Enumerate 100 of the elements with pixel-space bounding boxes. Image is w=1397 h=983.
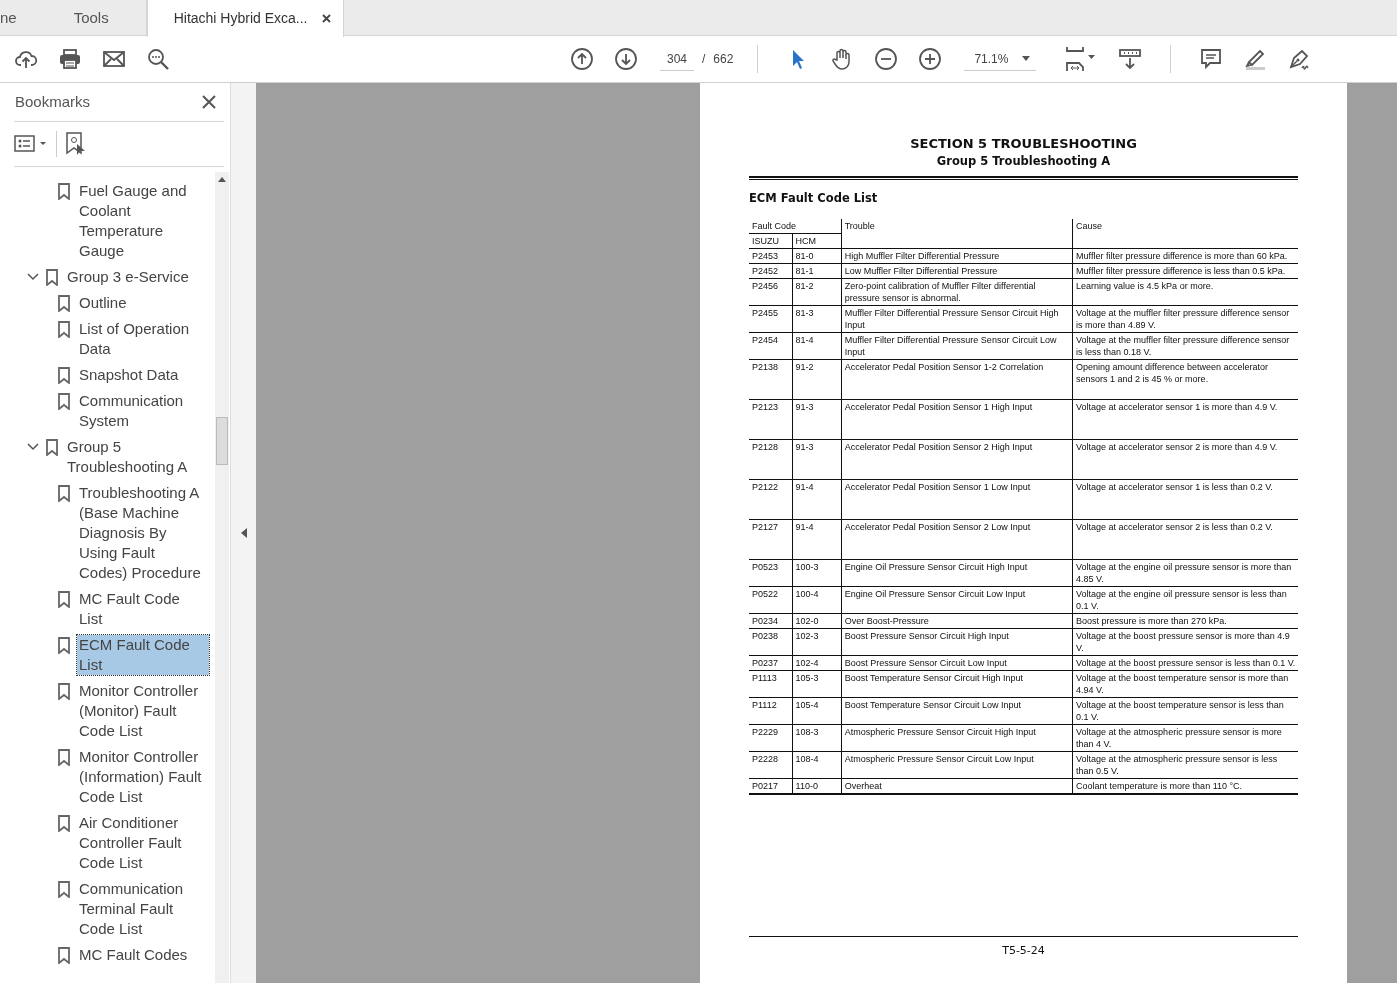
chevron-down-icon[interactable] — [27, 441, 39, 453]
scrollbar[interactable] — [215, 172, 229, 983]
table-cell: 91-2 — [792, 359, 842, 400]
table-cell: Voltage at the engine oil pressure sensor is more than 4.85 V. — [1072, 559, 1298, 587]
section-heading: ECM Fault Code List — [749, 190, 879, 207]
table-cell: Overheat — [841, 778, 1073, 795]
table-cell: Atmospheric Pressure Sensor Circuit Low Input — [841, 751, 1073, 779]
table-cell: P2229 — [749, 724, 793, 752]
tab[interactable]: Hitachi Hybrid Exca... — [146, 0, 344, 37]
table-cell: 108-4 — [792, 751, 842, 779]
table-cell: 100-3 — [792, 559, 842, 587]
comment-icon[interactable] — [1199, 47, 1224, 71]
table-cell: Muffler filter pressure difference is more than 60 kPa. — [1072, 248, 1298, 264]
table-cell: 105-3 — [792, 670, 842, 698]
table-cell: Engine Oil Pressure Sensor Circuit High Input — [841, 559, 1073, 587]
table-cell: Boost pressure is more than 270 kPa. — [1072, 613, 1298, 629]
table-cell: Muffler filter pressure difference is less than 0.5 kPa. — [1072, 263, 1298, 279]
bookmark-icon — [58, 946, 70, 964]
bookmark-icon — [58, 682, 70, 700]
bookmark-item[interactable]: ECM Fault Code List — [77, 635, 209, 675]
scroll-mode-icon[interactable] — [1118, 47, 1143, 71]
highlighter-icon[interactable] — [1243, 47, 1268, 71]
collapse-icon[interactable] — [240, 528, 247, 538]
table-cell: P2455 — [749, 305, 793, 333]
bookmark-item[interactable]: Monitor Controller (Information) Fault Code List — [77, 747, 209, 807]
table-cell: Voltage at the boost pressure sensor is more than 4.9 V. — [1072, 628, 1298, 656]
collapse-panel-handle[interactable] — [230, 83, 256, 983]
bookmark-icon — [58, 366, 70, 384]
table-cell: Accelerator Pedal Position Sensor 1-2 Correlation — [841, 359, 1073, 400]
print-icon[interactable] — [58, 47, 82, 71]
table-cell: P2453 — [749, 248, 793, 264]
bookmark-item[interactable]: Group 5 Troubleshooting A — [65, 437, 209, 477]
bookmark-item[interactable]: MC Fault Codes — [77, 945, 190, 965]
bookmark-item[interactable]: List of Operation Data — [77, 319, 209, 359]
table-cell: Zero-point calibration of Muffler Filter differential pressure sensor is abnormal. — [841, 278, 1073, 306]
table-cell: High Muffler Filter Differential Pressure — [841, 248, 1073, 264]
new-bookmark-icon[interactable] — [65, 132, 87, 156]
page-number-field[interactable]: 304 — [660, 47, 694, 71]
zoom-in-icon[interactable] — [918, 47, 943, 71]
bookmark-item[interactable]: Outline — [77, 293, 129, 313]
bookmark-item[interactable]: Air Conditioner Controller Fault Code List — [77, 813, 209, 873]
table-cell: Voltage at accelerator sensor 2 is less than 0.2 V. — [1072, 519, 1298, 560]
table-cell: Coolant temperature is more than 110 °C. — [1072, 778, 1298, 795]
table-cell: Muffler Filter Differential Pressure Sensor Circuit Low Input — [841, 332, 1073, 360]
table-cell: P1113 — [749, 670, 793, 698]
close-icon[interactable] — [202, 95, 216, 109]
close-icon[interactable] — [321, 14, 331, 23]
table-cell: Voltage at the atmospheric pressure sensor is less than 0.5 V. — [1072, 751, 1298, 779]
scroll-thumb[interactable] — [216, 417, 228, 465]
table-cell: P2122 — [749, 479, 793, 520]
table-cell: Voltage at accelerator sensor 1 is more than 4.9 V. — [1072, 399, 1298, 440]
tab[interactable]: ne — [0, 0, 37, 36]
zoom-out-icon[interactable] — [874, 47, 899, 71]
table-cell: Voltage at accelerator sensor 1 is less than 0.2 V. — [1072, 479, 1298, 520]
bookmark-item[interactable]: Fuel Gauge and Coolant Temperature Gauge — [77, 181, 209, 261]
table-cell: 102-0 — [792, 613, 842, 629]
bookmark-item[interactable]: Troubleshooting A (Base Machine Diagnosis By Using Fault Codes) Procedure — [77, 483, 209, 583]
table-cell: P1112 — [749, 697, 793, 725]
options-menu-icon[interactable] — [14, 135, 48, 153]
caret-icon — [1022, 56, 1031, 61]
arrow-up-circle-icon[interactable] — [570, 47, 594, 71]
bookmark-icon — [58, 484, 70, 502]
arrow-down-circle-icon[interactable] — [614, 47, 638, 71]
bookmark-icon — [58, 814, 70, 832]
table-cell: 102-4 — [792, 655, 842, 671]
bookmark-item[interactable]: Monitor Controller (Monitor) Fault Code List — [77, 681, 209, 741]
table-cell: Accelerator Pedal Position Sensor 2 Low Input — [841, 519, 1073, 560]
chevron-down-icon[interactable] — [27, 271, 39, 283]
bookmark-icon — [58, 320, 70, 338]
page-label: T5-5-24 — [1002, 943, 1045, 957]
scroll-up-icon[interactable] — [218, 177, 226, 182]
table-cell: 91-4 — [792, 519, 842, 560]
table-cell: Voltage at the boost temperature sensor is less than 0.1 V. — [1072, 697, 1298, 725]
bookmark-item[interactable]: MC Fault Code List — [77, 589, 209, 629]
table-cell: P2128 — [749, 439, 793, 480]
table-cell: P2127 — [749, 519, 793, 560]
bookmark-icon — [46, 268, 58, 286]
bookmark-item[interactable]: Group 3 e-Service — [65, 267, 191, 287]
bookmark-item[interactable]: Communication System — [77, 391, 209, 431]
table-cell: Voltage at the atmospheric pressure sensor is more than 4 V. — [1072, 724, 1298, 752]
column-header: HCM — [792, 233, 842, 249]
bookmark-icon — [58, 880, 70, 898]
table-cell: Boost Pressure Sensor Circuit High Input — [841, 628, 1073, 656]
tab[interactable]: Tools — [36, 0, 147, 36]
table-cell: Boost Temperature Sensor Circuit High Input — [841, 670, 1073, 698]
table-cell: Voltage at the boost temperature sensor is more than 4.94 V. — [1072, 670, 1298, 698]
table-cell: Boost Pressure Sensor Circuit Low Input — [841, 655, 1073, 671]
zoom-dropdown[interactable]: 71.1% — [964, 47, 1037, 71]
table-cell: 91-4 — [792, 479, 842, 520]
table-cell: P2456 — [749, 278, 793, 306]
table-cell: P0217 — [749, 778, 793, 795]
table-cell: P2452 — [749, 263, 793, 279]
table-cell: P0522 — [749, 586, 793, 614]
table-cell: P2228 — [749, 751, 793, 779]
bookmark-item[interactable]: Communication Terminal Fault Code List — [77, 879, 209, 939]
search-icon[interactable] — [146, 47, 170, 71]
group-title: Group 5 Troubleshooting A — [935, 153, 1112, 169]
bookmark-item[interactable]: Snapshot Data — [77, 365, 181, 385]
table-cell: 91-3 — [792, 399, 842, 440]
table-cell: Opening amount difference between accelerator sensors 1 and 2 is 45 % or more. — [1072, 359, 1298, 400]
